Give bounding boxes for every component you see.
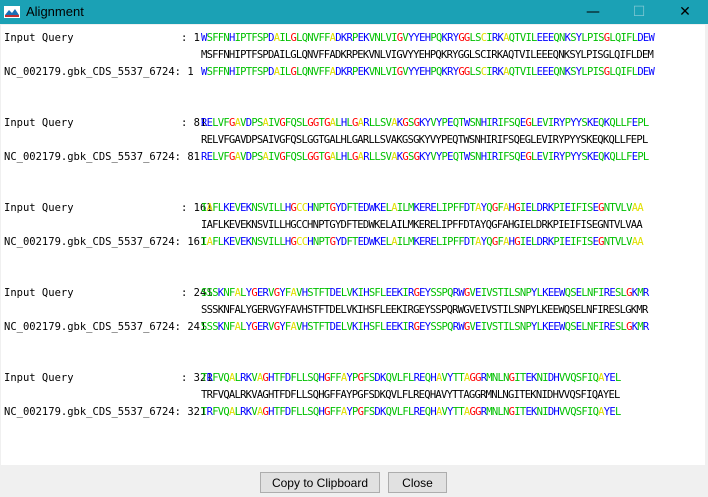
residue: R — [642, 321, 649, 333]
subject-row: NC_002179.gbk_CDS_5537_6724: 81 RELVFGAVD… — [1, 150, 705, 164]
maximize-button[interactable]: ☐ — [616, 0, 662, 24]
app-logo-icon — [4, 6, 20, 18]
residue: L — [642, 117, 649, 129]
residue: L — [614, 372, 621, 384]
subject-row: NC_002179.gbk_CDS_5537_6724: 241 SSSKNFAL… — [1, 320, 705, 334]
query-label: Input Query : 321 — [4, 372, 213, 384]
subject-row: NC_002179.gbk_CDS_5537_6724: 161 IAFLKEVE… — [1, 235, 705, 249]
consensus-sequence: IAFLKEVEKNSVILLHGCCHNPTGYDFTEDWKELAILMKE… — [201, 219, 643, 231]
subject-label: NC_002179.gbk_CDS_5537_6724: 161 — [4, 236, 207, 248]
minimize-button[interactable]: — — [570, 0, 616, 24]
copy-to-clipboard-button[interactable]: Copy to Clipboard — [260, 472, 380, 493]
consensus-sequence: TRFVQALRKVAGHTFDFLLSQHGFFAYPGFSDKQVLFLRE… — [201, 389, 620, 401]
subject-sequence: TRFVQALRKVAGHTFDFLLSQHGFFAYPGFSDKQVLFLRE… — [201, 405, 621, 419]
query-row: Input Query : 81 RELVFGAVDPSAIVGFQSLGGTGA… — [1, 116, 705, 130]
residue: A — [637, 236, 643, 248]
subject-label: NC_002179.gbk_CDS_5537_6724: 321 — [4, 406, 207, 418]
close-button[interactable]: Close — [388, 472, 447, 493]
subject-sequence: RELVFGAVDPSAIVGFQSLGGTGALHLGARLLSVAKGSGK… — [201, 150, 649, 164]
query-sequence: RELVFGAVDPSAIVGFQSLGGTGALHLGARLLSVAKGSGK… — [201, 116, 649, 130]
close-window-button[interactable]: ✕ — [662, 0, 708, 24]
subject-sequence: SSSKNFALYGERVGYFAVHSTFTDELVKIHSFLEEKIRGE… — [201, 320, 649, 334]
subject-label: NC_002179.gbk_CDS_5537_6724: 241 — [4, 321, 207, 333]
query-row: Input Query : 321 TRFVQALRKVAGHTFDFLLSQHG… — [1, 371, 705, 385]
consensus-sequence: MSFFNHIPTFSPDAILGLQNVFFADKRPEKVNLVIGVYYE… — [201, 49, 654, 61]
subject-label: NC_002179.gbk_CDS_5537_6724: 81 — [4, 151, 200, 163]
consensus-row: IAFLKEVEKNSVILLHGCCHNPTGYDFTEDWKELAILMKE… — [1, 218, 705, 232]
query-row: Input Query : 161 IAFLKEVEKNSVILLHGCCHNPT… — [1, 201, 705, 215]
subject-sequence: WSFFNHIPTFSPDAILGLQNVFFADKRPEKVNLVIGVYYE… — [201, 65, 655, 79]
subject-label: NC_002179.gbk_CDS_5537_6724: 1 — [4, 66, 194, 78]
query-label: Input Query : 81 — [4, 117, 207, 129]
consensus-sequence: SSSKNFALYGERVGYFAVHSTFTDELVKIHSFLEEKIRGE… — [201, 304, 648, 316]
query-sequence: WSFFNHIPTFSPDAILGLQNVFFADKRPEKVNLVIGVYYE… — [201, 31, 655, 45]
subject-row: NC_002179.gbk_CDS_5537_6724: 1 WSFFNHIPTF… — [1, 65, 705, 79]
query-label: Input Query : 161 — [4, 202, 213, 214]
residue: L — [614, 406, 621, 418]
title-bar[interactable]: Alignment — ☐ ✕ — [0, 0, 708, 24]
consensus-row: SSSKNFALYGERVGYFAVHSTFTDELVKIHSFLEEKIRGE… — [1, 303, 705, 317]
consensus-row: RELVFGAVDPSAIVGFQSLGGTGALHLGARLLSVAKGSGK… — [1, 133, 705, 147]
button-bar: Copy to Clipboard Close — [0, 466, 708, 497]
residue: W — [648, 32, 655, 44]
query-row: Input Query : 241 SSSKNFALYGERVGYFAVHSTFT… — [1, 286, 705, 300]
residue: W — [648, 66, 655, 78]
query-label: Input Query : 241 — [4, 287, 213, 299]
consensus-row: MSFFNHIPTFSPDAILGLQNVFFADKRPEKVNLVIGVYYE… — [1, 48, 705, 62]
subject-sequence: IAFLKEVEKNSVILLHGCCHNPTGYDFTEDWKELAILMKE… — [201, 235, 644, 249]
residue: A — [637, 202, 643, 214]
window-title: Alignment — [26, 4, 84, 19]
residue: R — [642, 287, 649, 299]
query-sequence: TRFVQALRKVAGHTFDFLLSQHGFFAYPGFSDKQVLFLRE… — [201, 371, 621, 385]
subject-row: NC_002179.gbk_CDS_5537_6724: 321 TRFVQALR… — [1, 405, 705, 419]
consensus-sequence: RELVFGAVDPSAIVGFQSLGGTGALHLGARLLSVAKGSGK… — [201, 134, 648, 146]
query-sequence: IAFLKEVEKNSVILLHGCCHNPTGYDFTEDWKELAILMKE… — [201, 201, 644, 215]
query-label: Input Query : 1 — [4, 32, 200, 44]
query-row: Input Query : 1 WSFFNHIPTFSPDAILGLQNVFFAD… — [1, 31, 705, 45]
alignment-window: Alignment — ☐ ✕ Input Query : 1 WSFFNHIPT… — [0, 0, 708, 497]
alignment-view[interactable]: Input Query : 1 WSFFNHIPTFSPDAILGLQNVFFAD… — [1, 25, 705, 465]
query-sequence: SSSKNFALYGERVGYFAVHSTFTDELVKIHSFLEEKIRGE… — [201, 286, 649, 300]
residue: L — [642, 151, 649, 163]
consensus-row: TRFVQALRKVAGHTFDFLLSQHGFFAYPGFSDKQVLFLRE… — [1, 388, 705, 402]
